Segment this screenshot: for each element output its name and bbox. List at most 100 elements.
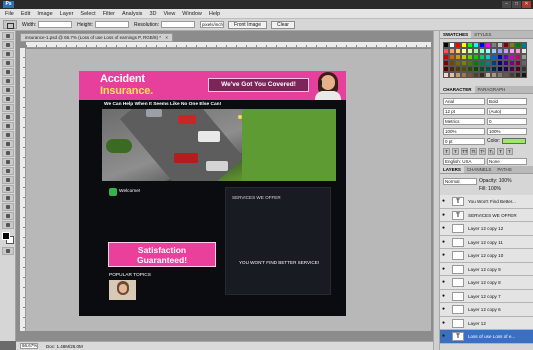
subscript-button[interactable]: T₁ bbox=[488, 147, 495, 155]
kerning-field[interactable]: Metrics bbox=[443, 117, 485, 125]
tracking-field[interactable]: 0 bbox=[487, 117, 527, 125]
font-family-select[interactable]: Arial bbox=[443, 97, 485, 105]
foreground-color-swatch[interactable] bbox=[2, 232, 10, 240]
close-button[interactable]: ✕ bbox=[522, 1, 531, 8]
faux-bold-button[interactable]: T bbox=[443, 147, 450, 155]
visibility-eye-icon[interactable]: ● bbox=[442, 307, 447, 312]
tab-character[interactable]: CHARACTER bbox=[440, 86, 475, 93]
collapsed-panel-icons[interactable] bbox=[433, 31, 440, 350]
layer-row[interactable]: ● Layer 12 copy 7 bbox=[440, 289, 533, 303]
layer-row[interactable]: ● Layer 12 copy 6 bbox=[440, 303, 533, 317]
layer-row[interactable]: ● Layer 12 copy 9 bbox=[440, 262, 533, 276]
menu-analysis[interactable]: Analysis bbox=[122, 11, 142, 17]
zoom-level-field[interactable]: 66.67% bbox=[20, 343, 38, 349]
tab-styles[interactable]: STYLES bbox=[471, 31, 494, 38]
layer-row[interactable]: ● Layer 12 bbox=[440, 316, 533, 330]
eraser-tool-icon[interactable] bbox=[2, 122, 14, 130]
small-caps-button[interactable]: Tt bbox=[470, 147, 477, 155]
visibility-eye-icon[interactable]: ● bbox=[442, 320, 447, 326]
visibility-eye-icon[interactable]: ● bbox=[442, 280, 447, 285]
horizontal-ruler[interactable] bbox=[26, 42, 431, 48]
pen-tool-icon[interactable] bbox=[2, 158, 14, 166]
resolution-unit-select[interactable]: pixels/inch bbox=[200, 21, 225, 28]
color-swatch[interactable] bbox=[521, 72, 527, 78]
brush-tool-icon[interactable] bbox=[2, 95, 14, 103]
font-size-field[interactable]: 12 pt bbox=[443, 107, 485, 115]
marquee-tool-icon[interactable] bbox=[2, 41, 14, 49]
move-tool-icon[interactable] bbox=[2, 32, 14, 40]
blend-mode-select[interactable]: Normal bbox=[443, 177, 477, 185]
tab-paths[interactable]: PATHS bbox=[494, 166, 514, 173]
faux-italic-button[interactable]: T bbox=[452, 147, 459, 155]
tab-paragraph[interactable]: PARAGRAPH bbox=[475, 86, 509, 93]
menu-filter[interactable]: Filter bbox=[103, 11, 115, 17]
fill-field[interactable]: Fill: 100% bbox=[479, 186, 501, 192]
maximize-button[interactable]: □ bbox=[512, 1, 521, 8]
layer-row[interactable]: ● Layer 12 copy 12 bbox=[440, 222, 533, 236]
type-tool-icon[interactable] bbox=[2, 167, 14, 175]
layer-row[interactable]: ● Layer 12 copy 10 bbox=[440, 249, 533, 263]
dodge-tool-icon[interactable] bbox=[2, 149, 14, 157]
menu-edit[interactable]: Edit bbox=[21, 11, 30, 17]
visibility-eye-icon[interactable]: ● bbox=[442, 293, 447, 299]
visibility-eye-icon[interactable]: ● bbox=[442, 199, 447, 204]
quick-mask-icon[interactable] bbox=[2, 247, 14, 255]
3d-rotate-tool-icon[interactable] bbox=[2, 194, 14, 202]
layer-row[interactable]: ● Layer 12 copy 11 bbox=[440, 235, 533, 249]
menu-help[interactable]: Help bbox=[209, 11, 220, 17]
document-tab[interactable]: insurance-1.psd @ 66.7% (Loss of use Los… bbox=[20, 33, 173, 42]
visibility-eye-icon[interactable]: ● bbox=[442, 253, 447, 258]
blur-tool-icon[interactable] bbox=[2, 140, 14, 148]
gradient-tool-icon[interactable] bbox=[2, 131, 14, 139]
shape-tool-icon[interactable] bbox=[2, 185, 14, 193]
visibility-eye-icon[interactable]: ● bbox=[442, 239, 447, 245]
menu-view[interactable]: View bbox=[163, 11, 175, 17]
superscript-button[interactable]: T¹ bbox=[479, 147, 486, 155]
strikethrough-button[interactable]: T bbox=[506, 147, 513, 155]
vertical-scale-field[interactable]: 100% bbox=[443, 127, 485, 135]
tab-swatches[interactable]: SWATCHES bbox=[440, 31, 472, 38]
menu-image[interactable]: Image bbox=[37, 11, 52, 17]
visibility-eye-icon[interactable]: ● bbox=[442, 212, 447, 218]
underline-button[interactable]: T bbox=[497, 147, 504, 155]
layer-row[interactable]: ● T SERVICES WE OFFER bbox=[440, 208, 533, 222]
document-info[interactable]: Doc: 1.48M/26.0M bbox=[46, 344, 83, 349]
front-image-button[interactable]: Front Image bbox=[228, 20, 267, 29]
close-document-icon[interactable]: × bbox=[165, 35, 168, 40]
tab-channels[interactable]: CHANNELS bbox=[464, 166, 495, 173]
design-artwork[interactable]: Accident Insurance. We've Got You Covere… bbox=[79, 71, 346, 316]
layer-row[interactable]: ● T Loss of use Loss of e... bbox=[440, 330, 533, 344]
crop-tool-icon[interactable] bbox=[2, 68, 14, 76]
opacity-field[interactable]: Opacity: 100% bbox=[479, 178, 512, 184]
healing-brush-tool-icon[interactable] bbox=[2, 86, 14, 94]
language-select[interactable]: English: USA bbox=[443, 157, 485, 165]
foreground-background-colors[interactable] bbox=[2, 232, 14, 244]
width-field[interactable] bbox=[38, 21, 73, 28]
zoom-tool-icon[interactable] bbox=[2, 221, 14, 229]
visibility-eye-icon[interactable]: ● bbox=[442, 226, 447, 231]
eyedropper-tool-icon[interactable] bbox=[2, 77, 14, 85]
lasso-tool-icon[interactable] bbox=[2, 50, 14, 58]
hand-tool-icon[interactable] bbox=[2, 212, 14, 220]
baseline-shift-field[interactable]: 0 pt bbox=[443, 137, 485, 145]
menu-file[interactable]: File bbox=[5, 11, 14, 17]
menu-window[interactable]: Window bbox=[182, 11, 202, 17]
antialias-select[interactable]: None bbox=[487, 157, 527, 165]
history-brush-tool-icon[interactable] bbox=[2, 113, 14, 121]
clone-stamp-tool-icon[interactable] bbox=[2, 104, 14, 112]
path-select-tool-icon[interactable] bbox=[2, 176, 14, 184]
crop-tool-preset-icon[interactable] bbox=[3, 20, 17, 29]
clear-button[interactable]: Clear bbox=[271, 20, 295, 29]
menu-layer[interactable]: Layer bbox=[60, 11, 74, 17]
visibility-eye-icon[interactable]: ● bbox=[442, 266, 447, 272]
tab-layers[interactable]: LAYERS bbox=[440, 166, 464, 173]
height-field[interactable] bbox=[95, 21, 130, 28]
3d-orbit-tool-icon[interactable] bbox=[2, 203, 14, 211]
layer-row[interactable]: ● T You Won't Find Better... bbox=[440, 195, 533, 209]
minimize-button[interactable]: – bbox=[502, 1, 511, 8]
font-style-select[interactable]: Bold bbox=[487, 97, 527, 105]
all-caps-button[interactable]: TT bbox=[461, 147, 468, 155]
menu-3d[interactable]: 3D bbox=[149, 11, 156, 17]
horizontal-scale-field[interactable]: 100% bbox=[487, 127, 527, 135]
text-color-swatch[interactable] bbox=[502, 138, 527, 144]
